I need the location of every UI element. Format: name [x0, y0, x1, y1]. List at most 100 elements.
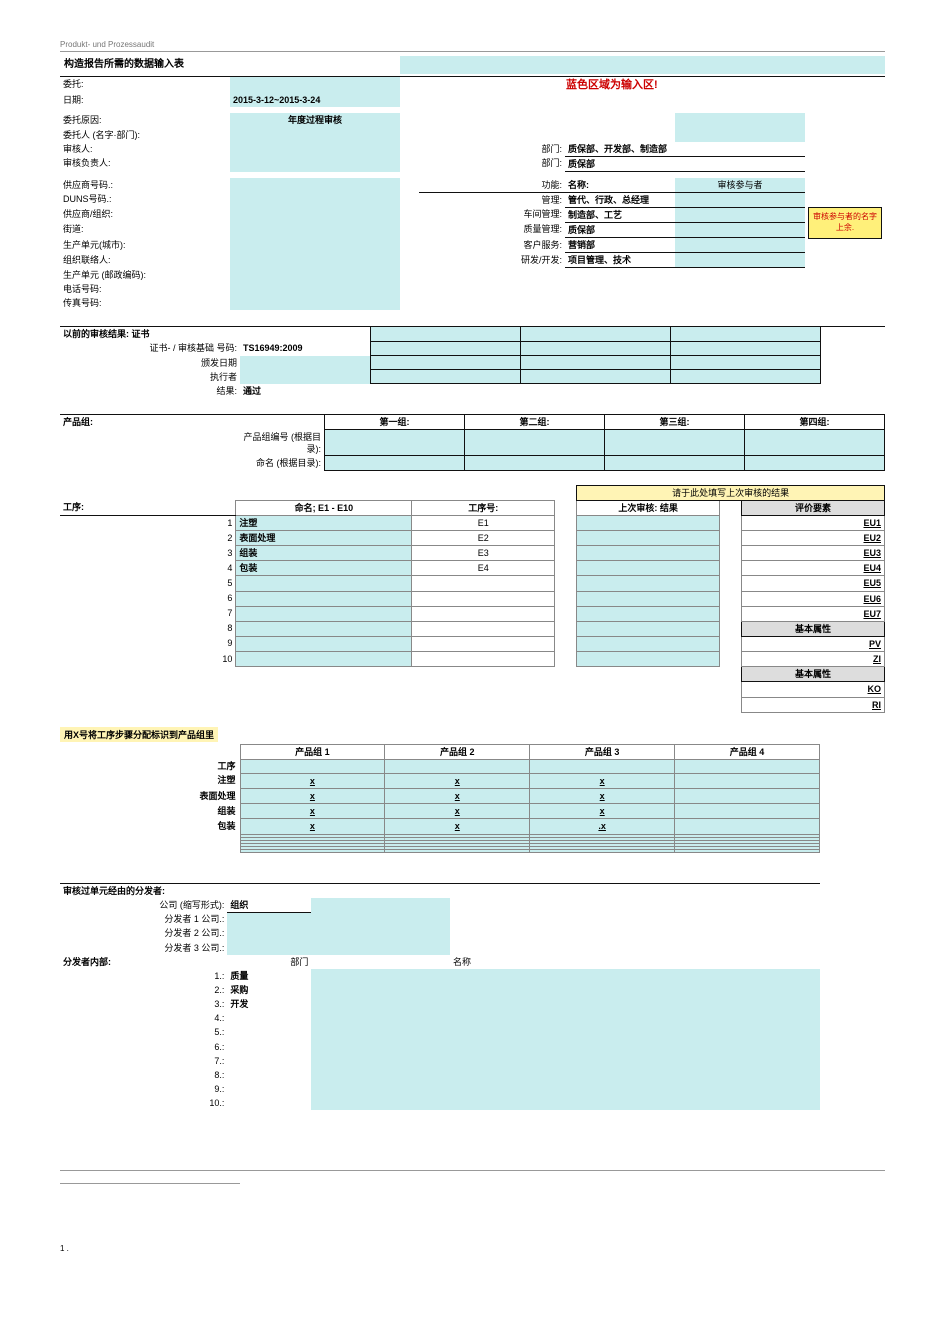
- proc-row-name[interactable]: [236, 606, 412, 621]
- input-dist-d1[interactable]: [227, 912, 450, 926]
- dist-row-input2[interactable]: [450, 1040, 635, 1054]
- proc-row-last[interactable]: [577, 606, 720, 621]
- input-executor[interactable]: [240, 370, 370, 384]
- input-prev-c1[interactable]: [370, 370, 520, 384]
- matrix-cell[interactable]: [675, 789, 820, 804]
- dist-row-input2[interactable]: [450, 997, 635, 1011]
- dist-row-input2[interactable]: [450, 983, 635, 997]
- proc-row-name[interactable]: 组装: [236, 546, 412, 561]
- input-prev-c3[interactable]: [670, 370, 820, 384]
- dist-row-input1[interactable]: [311, 1068, 450, 1082]
- proc-row-last[interactable]: [577, 636, 720, 651]
- input-part4[interactable]: [675, 238, 805, 253]
- proc-row-name[interactable]: [236, 591, 412, 606]
- dist-row-input3[interactable]: [635, 1011, 820, 1025]
- dist-row-input3[interactable]: [635, 983, 820, 997]
- input-duns[interactable]: [230, 192, 400, 207]
- input-prev-a2[interactable]: [520, 341, 670, 355]
- input-part3[interactable]: [675, 222, 805, 237]
- dist-row-input1[interactable]: [311, 1011, 450, 1025]
- input-prev-b2[interactable]: [520, 356, 670, 370]
- proc-row-name[interactable]: 包装: [236, 561, 412, 576]
- proc-row-last[interactable]: [577, 531, 720, 546]
- input-part5[interactable]: [675, 253, 805, 268]
- input-supplier-org[interactable]: [230, 207, 400, 222]
- dist-row-input3[interactable]: [635, 969, 820, 983]
- input-prev-a1[interactable]: [370, 341, 520, 355]
- proc-row-last[interactable]: [577, 591, 720, 606]
- proc-row-last[interactable]: [577, 576, 720, 591]
- matrix-cell[interactable]: x: [385, 804, 530, 819]
- input-supervisor[interactable]: [230, 156, 400, 171]
- input-prev-a3[interactable]: [670, 341, 820, 355]
- dist-row-input1[interactable]: [311, 1082, 450, 1096]
- input-g3-nm[interactable]: [605, 456, 745, 470]
- dist-row-input3[interactable]: [635, 1096, 820, 1110]
- input-g1-no[interactable]: [325, 430, 465, 456]
- input-fax[interactable]: [230, 296, 400, 310]
- dist-row-input3[interactable]: [635, 997, 820, 1011]
- matrix-cell[interactable]: x: [530, 773, 675, 788]
- dist-row-input1[interactable]: [311, 969, 450, 983]
- proc-row-last[interactable]: [577, 515, 720, 530]
- proc-row-name[interactable]: 表面处理: [236, 531, 412, 546]
- dist-row-input3[interactable]: [635, 1025, 820, 1039]
- input-org-contact[interactable]: [230, 253, 400, 268]
- proc-row-name[interactable]: [236, 652, 412, 667]
- matrix-cell[interactable]: [675, 804, 820, 819]
- dist-row-input1[interactable]: [311, 1040, 450, 1054]
- input-g3-no[interactable]: [605, 430, 745, 456]
- dist-row-input1[interactable]: [311, 1096, 450, 1110]
- matrix-cell[interactable]: [675, 773, 820, 788]
- proc-row-last[interactable]: [577, 621, 720, 636]
- proc-row-last[interactable]: [577, 546, 720, 561]
- proc-row-last[interactable]: [577, 561, 720, 576]
- dist-row-input2[interactable]: [450, 1068, 635, 1082]
- input-g4-no[interactable]: [745, 430, 885, 456]
- input-g1-nm[interactable]: [325, 456, 465, 470]
- input-dist-d2[interactable]: [227, 926, 450, 940]
- input-client-person[interactable]: [230, 128, 400, 142]
- dist-row-input1[interactable]: [311, 1025, 450, 1039]
- input-prod-city[interactable]: [230, 238, 400, 253]
- dist-row-input2[interactable]: [450, 1025, 635, 1039]
- matrix-cell[interactable]: x: [240, 804, 385, 819]
- matrix-cell[interactable]: x: [385, 789, 530, 804]
- dist-row-input3[interactable]: [635, 1068, 820, 1082]
- input-issue-date[interactable]: [240, 356, 370, 370]
- matrix-cell[interactable]: [675, 819, 820, 834]
- input-part2[interactable]: [675, 207, 805, 222]
- input-prev-b3[interactable]: [670, 356, 820, 370]
- matrix-cell[interactable]: x: [240, 819, 385, 834]
- input-client[interactable]: [230, 76, 400, 93]
- input-part1[interactable]: [675, 192, 805, 207]
- dist-row-input3[interactable]: [635, 1082, 820, 1096]
- dist-row-input2[interactable]: [450, 969, 635, 983]
- proc-row-name[interactable]: [236, 636, 412, 651]
- dist-row-input1[interactable]: [311, 983, 450, 997]
- matrix-cell[interactable]: x: [385, 819, 530, 834]
- matrix-cell[interactable]: x: [240, 773, 385, 788]
- matrix-cell[interactable]: x: [530, 789, 675, 804]
- input-dist-d3[interactable]: [227, 941, 450, 955]
- matrix-cell[interactable]: x: [385, 773, 530, 788]
- matrix-cell[interactable]: x: [530, 804, 675, 819]
- proc-row-name[interactable]: [236, 621, 412, 636]
- dist-row-input3[interactable]: [635, 1054, 820, 1068]
- dist-row-input2[interactable]: [450, 1054, 635, 1068]
- input-blank-right1[interactable]: [675, 113, 805, 127]
- input-auditor[interactable]: [230, 142, 400, 157]
- input-prev-c2[interactable]: [520, 370, 670, 384]
- proc-row-last[interactable]: [577, 652, 720, 667]
- input-prev-b1[interactable]: [370, 356, 520, 370]
- input-g2-no[interactable]: [465, 430, 605, 456]
- input-supplier-no[interactable]: [230, 178, 400, 193]
- input-reason[interactable]: 年度过程审核: [230, 113, 400, 127]
- proc-row-name[interactable]: [236, 576, 412, 591]
- matrix-cell[interactable]: x: [240, 789, 385, 804]
- input-dist-abbr[interactable]: [311, 898, 450, 913]
- dist-row-input2[interactable]: [450, 1011, 635, 1025]
- input-blank-right2[interactable]: [675, 128, 805, 142]
- dist-row-input3[interactable]: [635, 1040, 820, 1054]
- input-date[interactable]: 2015-3-12~2015-3-24: [230, 93, 400, 107]
